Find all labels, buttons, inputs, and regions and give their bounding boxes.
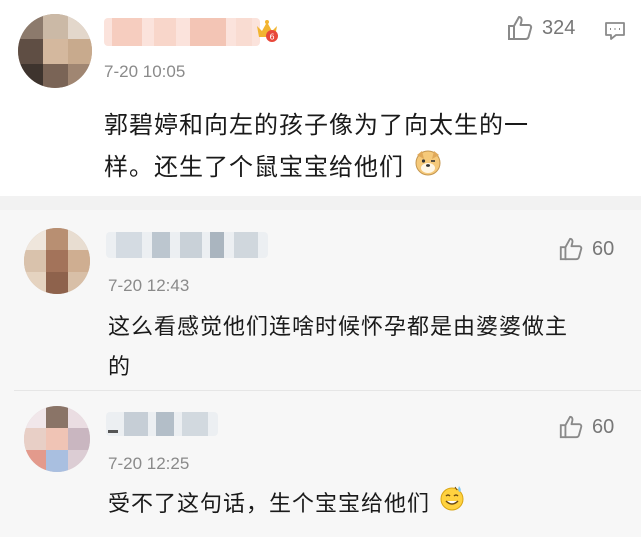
- reply-text: 受不了这句话，生个宝宝给他们: [108, 484, 466, 526]
- replies-section: 7-20 12:43 60 这么看感觉他们连啥时候怀孕都是由婆婆做主 的 7-2…: [0, 210, 641, 537]
- like-count: 60: [592, 415, 615, 438]
- avatar[interactable]: [18, 14, 92, 88]
- reply-divider: [14, 390, 641, 391]
- like-button[interactable]: 60: [558, 414, 614, 440]
- vip-badge-icon: 6: [254, 16, 280, 42]
- username-blurred[interactable]: [104, 18, 260, 46]
- thumbs-up-icon: [559, 415, 583, 439]
- like-count: 324: [542, 16, 576, 39]
- comment-text: 郭碧婷和向左的孩子像为了向太生的一 样。还生了个鼠宝宝给他们: [104, 104, 529, 190]
- avatar[interactable]: [24, 228, 90, 294]
- dog-face-icon: [413, 147, 443, 190]
- like-button[interactable]: 324: [506, 14, 575, 42]
- reply-text-line2: 的: [108, 355, 132, 380]
- reply-item: 7-20 12:43 60 这么看感觉他们连啥时候怀孕都是由婆婆做主 的: [0, 210, 641, 390]
- comment-box-icon: [605, 22, 625, 40]
- username-blurred[interactable]: [106, 232, 268, 258]
- reply-timestamp: 7-20 12:43: [108, 276, 190, 295]
- comment-menu-button[interactable]: [604, 20, 626, 46]
- reply-item: 7-20 12:25 60 受不了这句话，生个宝宝给他们: [0, 392, 641, 537]
- reply-text-line1: 这么看感觉他们连啥时候怀孕都是由婆婆做主: [108, 315, 569, 340]
- thumbs-up-icon: [508, 16, 533, 40]
- thumbs-up-icon: [559, 237, 583, 261]
- like-count: 60: [592, 237, 615, 260]
- reply-timestamp: 7-20 12:25: [108, 454, 190, 473]
- reply-text-line1-row: 受不了这句话，生个宝宝给他们: [108, 484, 466, 526]
- svg-text:6: 6: [270, 33, 275, 42]
- comment-timestamp: 7-20 10:05: [104, 62, 186, 81]
- reply-text: 这么看感觉他们连啥时候怀孕都是由婆婆做主 的: [108, 308, 568, 388]
- comment-text-line1: 郭碧婷和向左的孩子像为了向太生的一: [104, 111, 529, 139]
- section-divider: [0, 196, 641, 210]
- reply-text-line1: 受不了这句话，生个宝宝给他们: [108, 492, 431, 517]
- username-blurred[interactable]: [106, 412, 218, 436]
- like-button[interactable]: 60: [558, 236, 614, 262]
- comment-text-line2: 样。还生了个鼠宝宝给他们: [104, 146, 529, 190]
- sweat-smile-icon: [438, 484, 466, 526]
- main-comment: 6 7-20 10:05 324 郭碧婷和向左的孩子像为了向太生的一 样。还生了…: [0, 0, 641, 196]
- comment-text-line2-content: 样。还生了个鼠宝宝给他们: [104, 153, 404, 181]
- avatar[interactable]: [24, 406, 90, 472]
